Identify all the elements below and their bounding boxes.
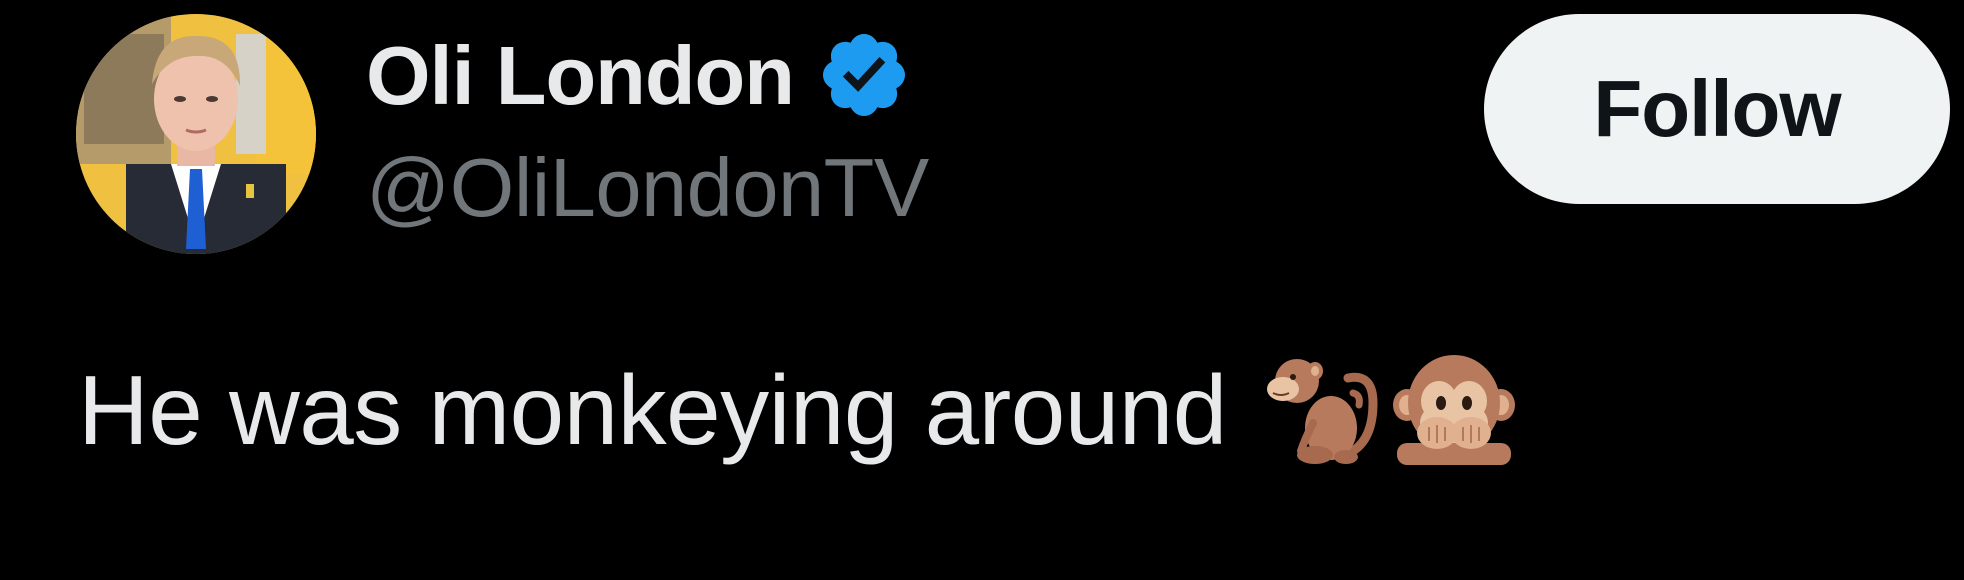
profile-photo [76,14,316,254]
follow-button[interactable]: Follow [1484,14,1950,204]
user-handle[interactable]: @OliLondonTV [366,146,929,229]
speak-no-evil-monkey-emoji-icon [1389,343,1519,478]
tweet-card: Oli London @OliLondonTV Follow He was mo… [0,0,1964,580]
tweet-body: He was monkeying around [78,340,1519,480]
verified-badge-icon[interactable] [816,27,912,123]
display-name[interactable]: Oli London [366,34,795,117]
user-name-row: Oli London [366,20,912,130]
avatar[interactable] [76,14,316,254]
tweet-text: He was monkeying around [78,355,1227,465]
monkey-emoji-icon [1253,343,1383,478]
